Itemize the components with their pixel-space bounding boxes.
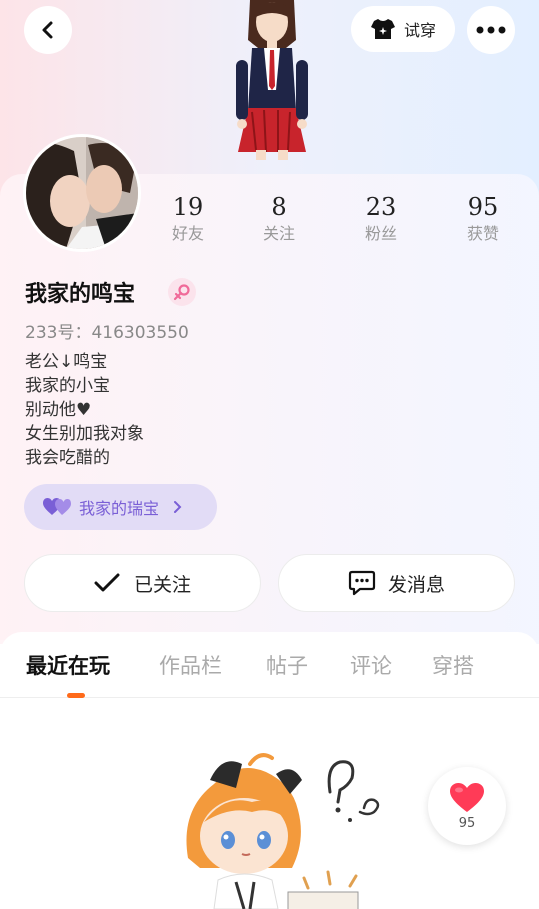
avatar-character-image[interactable] — [222, 0, 322, 160]
empty-state-mascot-image — [186, 753, 380, 909]
like-button[interactable]: 95 — [428, 767, 506, 845]
stat-value: 8 — [271, 193, 287, 221]
chevron-left-icon — [42, 21, 53, 39]
tab-outfits[interactable]: 穿搭 — [432, 650, 474, 680]
bio-line: 别动他♥ — [25, 400, 92, 420]
message-button[interactable]: 发消息 — [278, 554, 515, 612]
tab-works[interactable]: 作品栏 — [159, 650, 222, 680]
active-tab-indicator — [67, 693, 85, 698]
stat-value: 95 — [467, 193, 499, 221]
profile-bio: 老公↓鸣宝 我家的小宝 别动他♥ 女生别加我对象 我会吃醋的 — [25, 350, 325, 470]
user-id-label: 233号： — [25, 323, 92, 343]
chat-bubble-icon — [348, 570, 376, 596]
try-on-button[interactable]: 试穿 — [351, 6, 455, 52]
like-count: 95 — [458, 815, 476, 831]
profile-name: 我家的鸣宝 — [25, 282, 136, 307]
bio-line: 女生别加我对象 — [25, 424, 144, 444]
tab-recently-played[interactable]: 最近在玩 — [26, 650, 110, 680]
stat-label: 关注 — [262, 224, 295, 243]
more-dots-icon — [476, 26, 506, 34]
tab-comments[interactable]: 评论 — [350, 650, 392, 680]
stat-label: 好友 — [171, 224, 204, 243]
stat-fans[interactable]: 23 粉丝 — [341, 192, 421, 246]
message-label: 发消息 — [387, 573, 445, 596]
stat-following[interactable]: 8 关注 — [239, 192, 319, 246]
gender-badge — [168, 278, 196, 306]
follow-label: 已关注 — [133, 573, 191, 596]
follow-button[interactable]: 已关注 — [24, 554, 261, 612]
user-id[interactable]: 233号：416303550 — [25, 318, 189, 343]
tab-posts[interactable]: 帖子 — [266, 650, 308, 680]
content-tabs: 最近在玩 作品栏 帖子 评论 穿搭 — [0, 632, 539, 698]
stat-value: 23 — [365, 193, 397, 221]
stat-label: 获赞 — [466, 224, 499, 243]
relationship-tag-label: 我家的瑞宝 — [79, 499, 160, 518]
bio-line: 我会吃醋的 — [25, 448, 110, 468]
chevron-right-icon — [174, 501, 182, 513]
relationship-tag[interactable]: 我家的瑞宝 — [24, 484, 217, 530]
stat-likes[interactable]: 95 获赞 — [443, 192, 523, 246]
female-symbol-icon — [173, 284, 190, 301]
try-on-label: 试穿 — [403, 21, 436, 40]
bio-line: 老公↓鸣宝 — [25, 352, 108, 372]
stat-value: 19 — [172, 193, 204, 221]
bio-line: 我家的小宝 — [25, 376, 110, 396]
check-icon — [94, 573, 120, 592]
heart-icon — [450, 782, 484, 812]
double-heart-icon — [43, 498, 71, 515]
avatar[interactable] — [23, 134, 141, 252]
more-button[interactable] — [467, 6, 515, 54]
user-id-value: 416303550 — [91, 323, 189, 343]
stat-label: 粉丝 — [364, 224, 397, 243]
stat-friends[interactable]: 19 好友 — [148, 192, 228, 246]
tshirt-icon — [370, 19, 395, 39]
back-button[interactable] — [24, 6, 72, 54]
avatar-photo — [26, 137, 138, 249]
